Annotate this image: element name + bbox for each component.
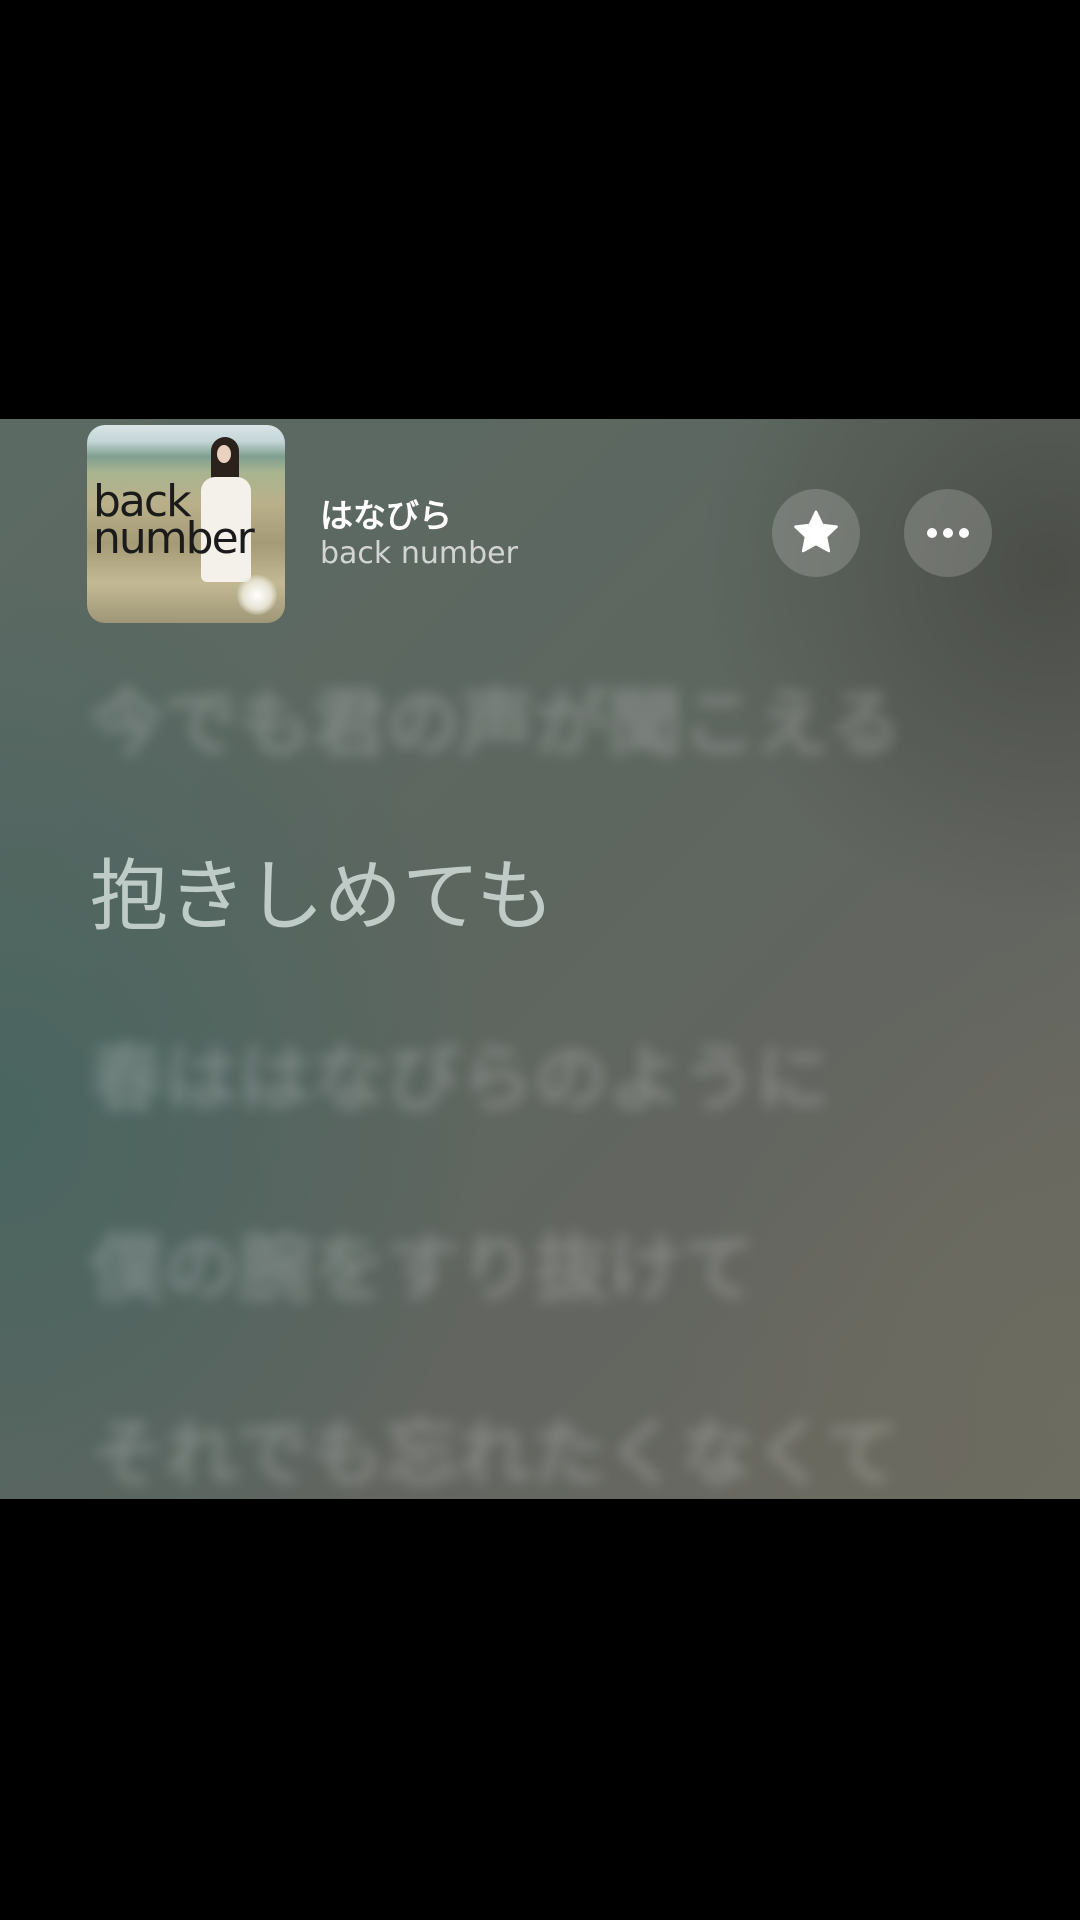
more-options-button[interactable] xyxy=(904,489,992,577)
lyric-line-current[interactable]: 抱きしめても xyxy=(90,834,554,946)
lyric-line-next[interactable]: 僕の腕をすり抜けて xyxy=(90,1209,756,1316)
ellipsis-icon xyxy=(927,528,969,538)
album-art-flowers xyxy=(237,575,277,615)
favorite-button[interactable] xyxy=(772,489,860,577)
song-title: はなびら xyxy=(320,496,452,535)
song-artist[interactable]: back number xyxy=(320,536,518,571)
lyric-line-previous[interactable]: 今でも君の声が聞こえる xyxy=(90,664,902,771)
star-icon xyxy=(794,510,838,553)
lyric-line-next[interactable]: それでも忘れたくなくて xyxy=(90,1394,900,1499)
album-art-logo: back number xyxy=(93,476,255,564)
letterbox-bottom xyxy=(0,1499,1080,1920)
lyrics-video: back number はなびら back number 今でも君の声が聞こえる … xyxy=(0,419,1080,1499)
screen: back number はなびら back number 今でも君の声が聞こえる … xyxy=(0,0,1080,1920)
letterbox-top xyxy=(0,0,1080,419)
album-art[interactable]: back number xyxy=(87,425,285,623)
lyric-line-next[interactable]: 春ははなびらのように xyxy=(90,1019,830,1126)
